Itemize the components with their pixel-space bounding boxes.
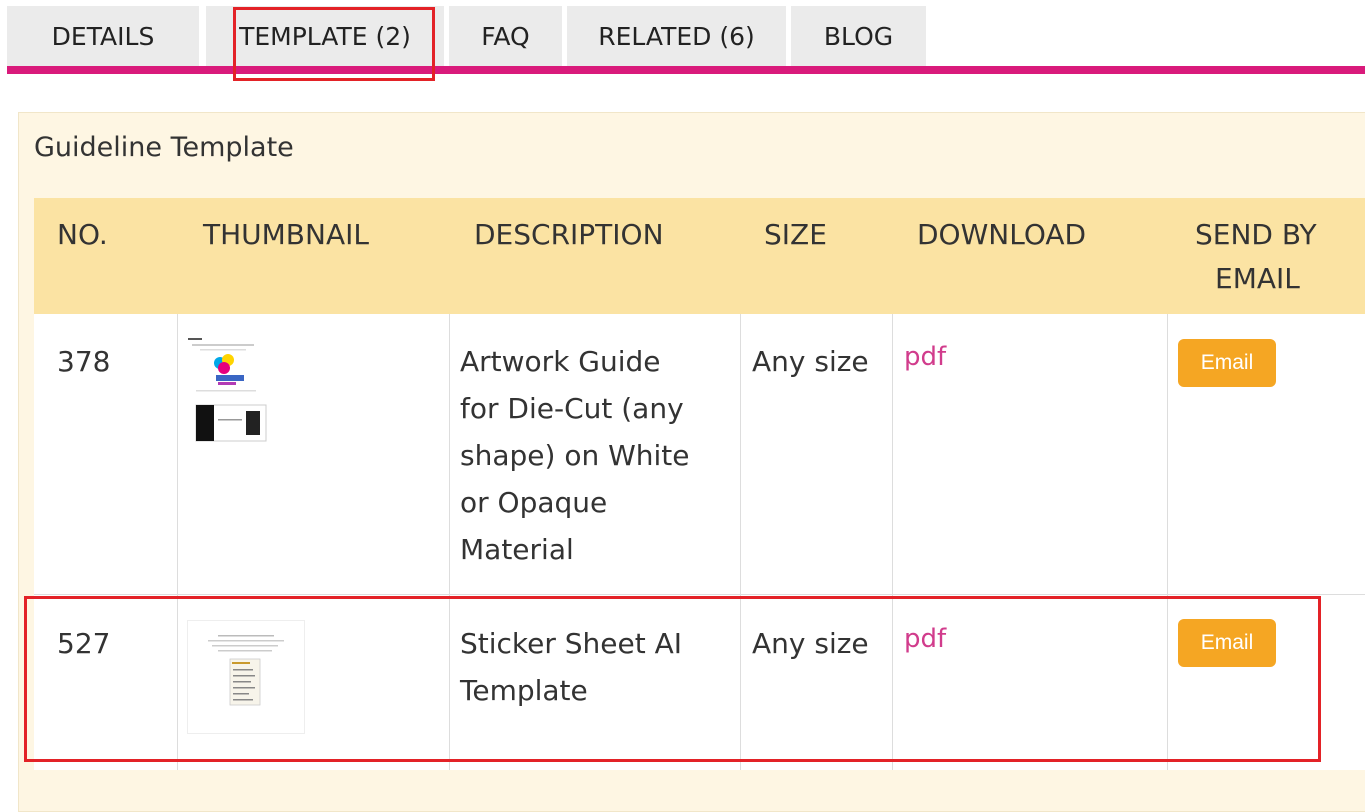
column-divider bbox=[740, 314, 741, 770]
row-description: Artwork Guide for Die-Cut (any shape) on… bbox=[460, 345, 690, 566]
column-divider bbox=[892, 314, 893, 770]
tab-template[interactable]: TEMPLATE (2) bbox=[206, 6, 444, 68]
email-button[interactable]: Email bbox=[1178, 339, 1276, 387]
tab-details[interactable]: DETAILS bbox=[7, 6, 199, 68]
tab-blog[interactable]: BLOG bbox=[791, 6, 926, 68]
col-header-thumbnail: THUMBNAIL bbox=[203, 218, 369, 251]
col-header-no: NO. bbox=[57, 218, 108, 251]
col-header-size: SIZE bbox=[764, 218, 827, 251]
row-divider bbox=[34, 594, 1365, 595]
thumbnail-image[interactable] bbox=[186, 335, 270, 443]
thumbnail-image[interactable] bbox=[187, 620, 305, 734]
tab-related[interactable]: RELATED (6) bbox=[567, 6, 786, 68]
thumbnail-sticker-sheet bbox=[188, 621, 304, 733]
row-no: 527 bbox=[57, 627, 111, 660]
column-divider bbox=[1167, 314, 1168, 770]
column-divider bbox=[177, 314, 178, 770]
row-size: Any size bbox=[752, 345, 869, 378]
tab-bar: DETAILS TEMPLATE (2) FAQ RELATED (6) BLO… bbox=[0, 0, 1365, 74]
tab-faq[interactable]: FAQ bbox=[449, 6, 562, 68]
email-button[interactable]: Email bbox=[1178, 619, 1276, 667]
row-description: Sticker Sheet AI Template bbox=[460, 627, 683, 707]
pdf-download-link[interactable]: pdf bbox=[904, 334, 946, 381]
row-size: Any size bbox=[752, 627, 869, 660]
col-header-download: DOWNLOAD bbox=[917, 218, 1087, 251]
pdf-download-link[interactable]: pdf bbox=[904, 616, 946, 663]
col-header-send-by-email-line2: EMAIL bbox=[1215, 262, 1300, 295]
column-divider bbox=[449, 314, 450, 770]
section-title: Guideline Template bbox=[34, 132, 294, 163]
row-no: 378 bbox=[57, 345, 111, 378]
col-header-send-by-email-line1: SEND BY bbox=[1195, 218, 1317, 251]
col-header-description: DESCRIPTION bbox=[474, 218, 664, 251]
tab-underline bbox=[7, 66, 1365, 74]
thumbnail-artwork-guide bbox=[186, 335, 270, 443]
